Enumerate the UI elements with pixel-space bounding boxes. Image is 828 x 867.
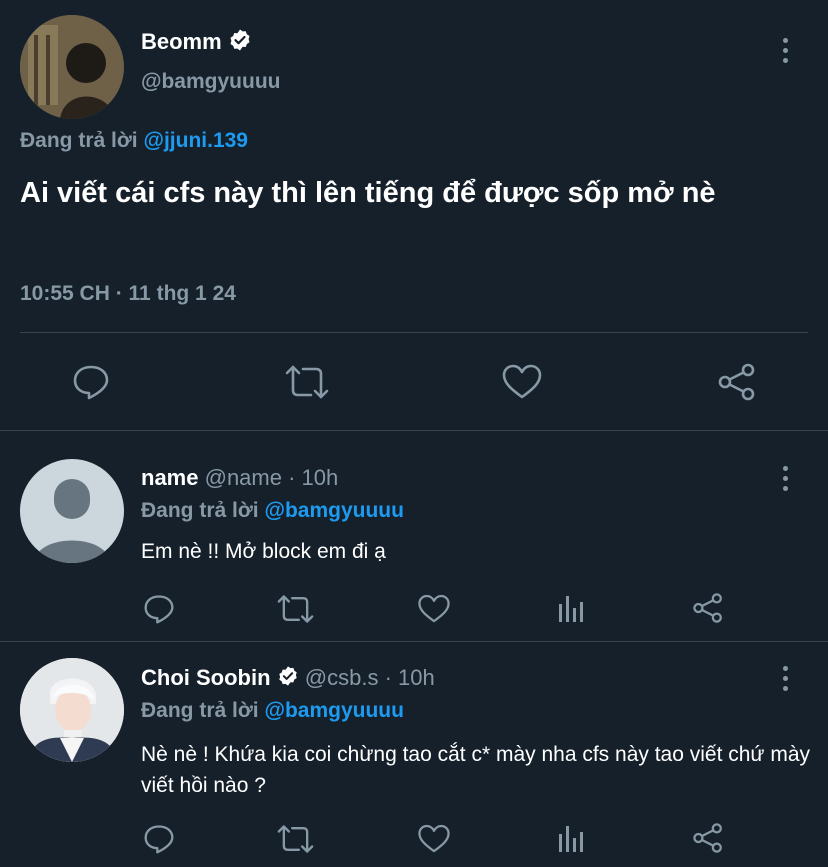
like-icon[interactable]: [417, 824, 451, 854]
reply-text: Nè nè ! Khứa kia coi chừng tao cắt c* mà…: [141, 743, 810, 797]
like-icon[interactable]: [501, 364, 543, 400]
divider: [0, 641, 828, 642]
reply-to-link[interactable]: @bamgyuuuu: [264, 499, 403, 522]
verified-badge-icon: [228, 28, 252, 58]
more-options-icon[interactable]: [780, 466, 790, 491]
reply-avatar[interactable]: [20, 658, 124, 762]
reply-context-label: Đang trả lời: [20, 129, 138, 152]
like-icon[interactable]: [417, 594, 451, 624]
divider: [0, 430, 828, 431]
tweet-text: Ai viết cái cfs này thì lên tiếng để đượ…: [20, 177, 716, 209]
more-options-icon[interactable]: [780, 666, 790, 691]
divider: [20, 332, 808, 333]
share-icon[interactable]: [691, 822, 725, 854]
reply-time[interactable]: · 10h: [385, 665, 435, 690]
reply-context-label: Đang trả lời: [141, 499, 259, 522]
analytics-icon[interactable]: [557, 594, 585, 624]
reply-to-link[interactable]: @bamgyuuuu: [264, 699, 403, 722]
reply-context-label: Đang trả lời: [141, 699, 259, 722]
reply-to-link[interactable]: @jjuni.139: [143, 129, 248, 152]
retweet-icon[interactable]: [277, 594, 314, 624]
reply-icon[interactable]: [143, 824, 175, 854]
analytics-icon[interactable]: [557, 824, 585, 854]
reply-display-name[interactable]: name: [141, 465, 198, 490]
reply-time[interactable]: · 10h: [288, 465, 338, 490]
reply-handle[interactable]: @csb.s: [305, 665, 379, 690]
verified-badge-icon: [277, 665, 299, 693]
reply-handle[interactable]: @name: [205, 465, 282, 490]
share-icon[interactable]: [716, 362, 758, 402]
main-display-name[interactable]: Beomm: [141, 29, 222, 54]
reply-icon[interactable]: [72, 364, 110, 400]
reply-display-name[interactable]: Choi Soobin: [141, 665, 271, 690]
share-icon[interactable]: [691, 592, 725, 624]
reply-icon[interactable]: [143, 594, 175, 624]
more-options-icon[interactable]: [780, 38, 790, 63]
main-handle[interactable]: @bamgyuuuu: [141, 70, 280, 94]
retweet-icon[interactable]: [277, 824, 314, 854]
main-avatar[interactable]: [20, 15, 124, 119]
reply-text: Em nè !! Mở block em đi ạ: [141, 540, 386, 563]
default-avatar[interactable]: [20, 459, 124, 563]
tweet-timestamp[interactable]: 10:55 CH · 11 thg 1 24: [20, 282, 236, 306]
retweet-icon[interactable]: [285, 364, 329, 400]
